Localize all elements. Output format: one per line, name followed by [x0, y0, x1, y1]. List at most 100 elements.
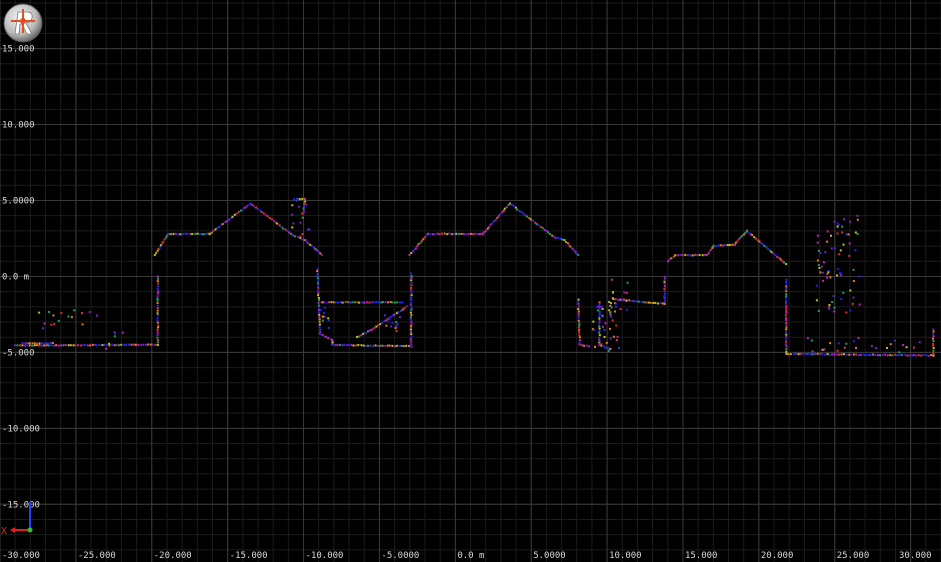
scan-point: [858, 275, 861, 278]
scan-point: [932, 342, 935, 345]
scan-point: [304, 197, 307, 200]
scan-point: [72, 344, 75, 347]
scan-point: [663, 275, 666, 278]
scan-point: [317, 308, 320, 311]
scan-point: [557, 236, 560, 239]
scan-point: [391, 321, 394, 324]
scan-point: [785, 283, 788, 286]
y-tick-label: -5.000: [2, 348, 35, 358]
scan-point: [318, 311, 321, 314]
scan-point: [494, 218, 497, 221]
scan-point: [801, 352, 804, 355]
scan-point: [619, 298, 622, 301]
scan-point: [318, 323, 321, 326]
scan-point: [598, 329, 601, 332]
scan-point: [925, 354, 928, 357]
scan-point: [316, 274, 319, 277]
scan-point: [785, 324, 788, 327]
scan-point: [889, 343, 892, 346]
scan-point: [794, 352, 797, 355]
scan-point: [637, 300, 640, 303]
scan-point: [358, 301, 361, 304]
scan-point: [830, 247, 833, 250]
scan-point: [156, 331, 159, 334]
scan-point: [577, 308, 580, 311]
scan-point: [370, 301, 373, 304]
scan-point: [174, 233, 177, 236]
scan-point: [785, 293, 788, 296]
scan-point: [792, 353, 795, 356]
scan-point: [156, 292, 159, 295]
scan-point: [416, 245, 419, 248]
scan-point: [849, 220, 852, 223]
scan-point: [804, 353, 807, 356]
scan-point: [144, 343, 147, 346]
scan-point: [608, 327, 611, 330]
scan-point: [389, 315, 392, 318]
scan-point: [635, 300, 638, 303]
scan-point: [566, 242, 569, 245]
scan-point: [736, 240, 739, 243]
scan-point: [577, 302, 580, 305]
scan-point: [578, 334, 581, 337]
scan-point: [872, 353, 875, 356]
scan-point: [712, 244, 715, 247]
x-tick-label: 25.000: [837, 551, 870, 561]
scan-point: [304, 200, 307, 203]
scan-point: [410, 274, 413, 277]
scan-point: [214, 228, 217, 231]
scan-point: [828, 306, 831, 309]
scan-point: [379, 323, 382, 326]
scan-point: [346, 344, 349, 347]
scan-point: [598, 303, 601, 306]
scan-point: [319, 330, 322, 333]
scan-point: [399, 301, 402, 304]
scan-point: [893, 339, 896, 342]
scan-point: [585, 344, 588, 347]
scan-point: [350, 343, 353, 346]
scan-point: [816, 352, 819, 355]
scan-point: [344, 300, 347, 303]
scan-point: [47, 344, 50, 347]
scan-point: [24, 342, 27, 345]
scan-point: [405, 344, 408, 347]
scan-point: [843, 346, 846, 349]
scan-point: [610, 278, 613, 281]
scan-point: [332, 301, 335, 304]
scan-point: [785, 302, 788, 305]
scan-point: [324, 335, 327, 338]
scan-point: [318, 299, 321, 302]
scan-point: [80, 312, 83, 315]
scan-point: [484, 229, 487, 232]
scan-point: [284, 228, 287, 231]
scan-point: [395, 330, 398, 333]
scan-point: [677, 254, 680, 257]
scan-point: [836, 349, 839, 352]
scan-point: [842, 218, 845, 221]
scan-point: [426, 232, 429, 235]
scan-point: [577, 253, 580, 256]
scan-point: [410, 282, 413, 285]
scan-point: [898, 351, 901, 354]
map-viewport[interactable]: 15.000 10.000 5.0000 0.0 m -5.000 -10.000 -15.…: [0, 0, 941, 562]
scan-point: [594, 345, 597, 348]
scan-point: [785, 287, 788, 290]
scan-point: [67, 344, 70, 347]
scan-point: [363, 301, 366, 304]
scan-point: [149, 343, 152, 346]
scan-point: [153, 254, 156, 257]
scan-point: [829, 342, 832, 345]
scan-point: [96, 314, 99, 317]
scan-point: [903, 353, 906, 356]
scan-point: [50, 344, 53, 347]
scan-point: [121, 331, 124, 334]
scan-point: [889, 354, 892, 357]
scan-point: [854, 249, 857, 252]
scan-point: [321, 301, 324, 304]
scan-point: [932, 347, 935, 350]
scan-point: [462, 232, 465, 235]
scan-point: [724, 243, 727, 246]
scan-point: [410, 294, 413, 297]
scan-point: [317, 291, 320, 294]
scan-point: [891, 354, 894, 357]
